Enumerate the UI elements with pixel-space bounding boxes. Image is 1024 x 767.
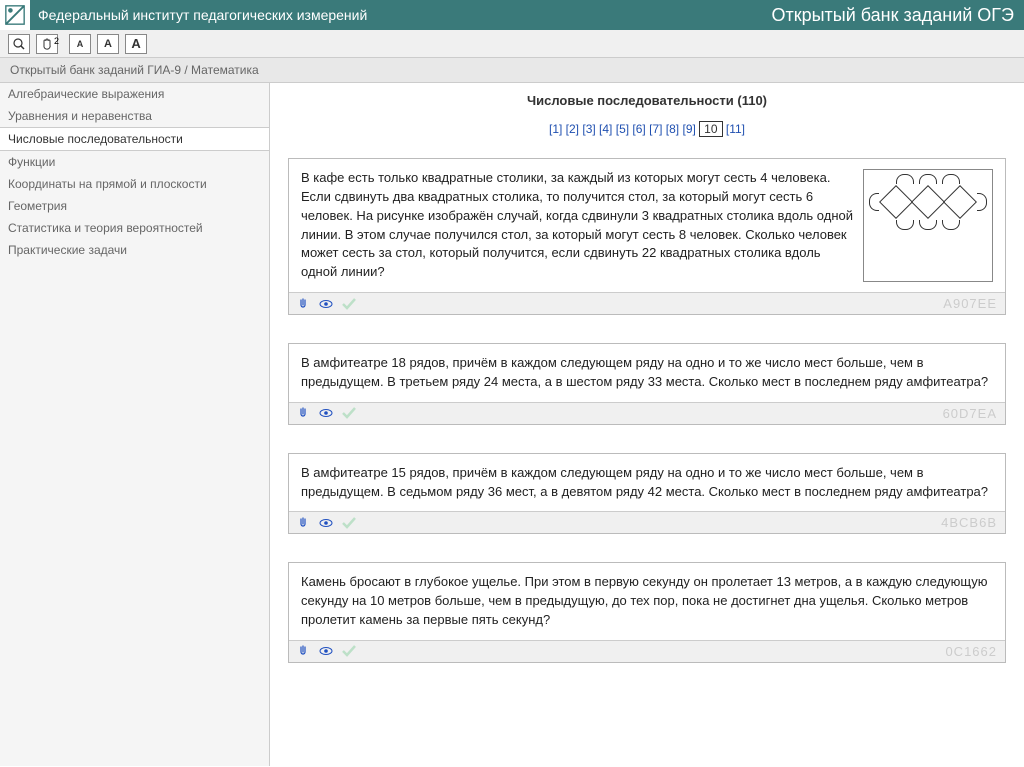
font-medium-button[interactable]: A (97, 34, 119, 54)
breadcrumb: Открытый банк заданий ГИА-9 / Математика (0, 58, 1024, 83)
pager-link[interactable]: [7] (649, 122, 662, 136)
sidebar-item[interactable]: Геометрия (0, 195, 269, 217)
select-icon[interactable] (297, 644, 311, 658)
task-card: Камень бросают в глубокое ущелье. При эт… (288, 562, 1006, 663)
bank-title: Открытый банк заданий ОГЭ (771, 5, 1014, 26)
content-area: Числовые последовательности (110) [1] [2… (270, 83, 1024, 766)
task-code: 60D7EA (943, 406, 997, 421)
toolbar: 2 A A A (0, 30, 1024, 58)
sidebar-item[interactable]: Алгебраические выражения (0, 83, 269, 105)
check-icon[interactable] (341, 516, 355, 530)
task-card: В кафе есть только квадратные столики, з… (288, 158, 1006, 315)
task-code: A907EE (943, 296, 997, 311)
sidebar-item[interactable]: Числовые последовательности (0, 127, 269, 151)
logo-icon (0, 0, 30, 30)
header: Федеральный институт педагогических изме… (0, 0, 1024, 30)
task-code: 4BCB6B (941, 515, 997, 530)
zoom-in-icon[interactable] (8, 34, 30, 54)
view-icon[interactable] (319, 297, 333, 311)
pager-link[interactable]: [9] (682, 122, 695, 136)
pager-link[interactable]: [8] (666, 122, 679, 136)
task-diagram (863, 169, 993, 282)
pager-link[interactable]: [3] (582, 122, 595, 136)
sidebar: Алгебраические выраженияУравнения и нера… (0, 83, 270, 766)
check-icon[interactable] (341, 297, 355, 311)
zoom-level: 2 (54, 36, 59, 46)
view-icon[interactable] (319, 644, 333, 658)
pager: [1] [2] [3] [4] [5] [6] [7] [8] [9] 10 [… (288, 122, 1006, 136)
font-small-button[interactable]: A (69, 34, 91, 54)
content-title: Числовые последовательности (110) (288, 93, 1006, 108)
view-icon[interactable] (319, 516, 333, 530)
sidebar-item[interactable]: Статистика и теория вероятностей (0, 217, 269, 239)
sidebar-item[interactable]: Уравнения и неравенства (0, 105, 269, 127)
task-footer: 4BCB6B (289, 511, 1005, 533)
sidebar-item[interactable]: Координаты на прямой и плоскости (0, 173, 269, 195)
sidebar-item[interactable]: Практические задачи (0, 239, 269, 261)
pager-link[interactable]: [4] (599, 122, 612, 136)
check-icon[interactable] (341, 644, 355, 658)
sidebar-item[interactable]: Функции (0, 151, 269, 173)
task-text: В амфитеатре 18 рядов, причём в каждом с… (301, 354, 993, 392)
task-text: Камень бросают в глубокое ущелье. При эт… (301, 573, 993, 630)
task-text: В амфитеатре 15 рядов, причём в каждом с… (301, 464, 993, 502)
pager-link[interactable]: [1] (549, 122, 562, 136)
select-icon[interactable] (297, 516, 311, 530)
task-footer: 60D7EA (289, 402, 1005, 424)
pager-link[interactable]: [5] (616, 122, 629, 136)
task-footer: A907EE (289, 292, 1005, 314)
pager-link[interactable]: [11] (726, 122, 745, 136)
font-large-button[interactable]: A (125, 34, 147, 54)
task-footer: 0C1662 (289, 640, 1005, 662)
pager-link[interactable]: [6] (632, 122, 645, 136)
task-card: В амфитеатре 15 рядов, причём в каждом с… (288, 453, 1006, 535)
task-code: 0C1662 (945, 644, 997, 659)
institute-title: Федеральный институт педагогических изме… (38, 7, 367, 23)
select-icon[interactable] (297, 297, 311, 311)
view-icon[interactable] (319, 406, 333, 420)
pager-current: 10 (699, 121, 722, 137)
pager-link[interactable]: [2] (566, 122, 579, 136)
task-text: В кафе есть только квадратные столики, з… (301, 169, 853, 282)
select-icon[interactable] (297, 406, 311, 420)
check-icon[interactable] (341, 406, 355, 420)
task-card: В амфитеатре 18 рядов, причём в каждом с… (288, 343, 1006, 425)
